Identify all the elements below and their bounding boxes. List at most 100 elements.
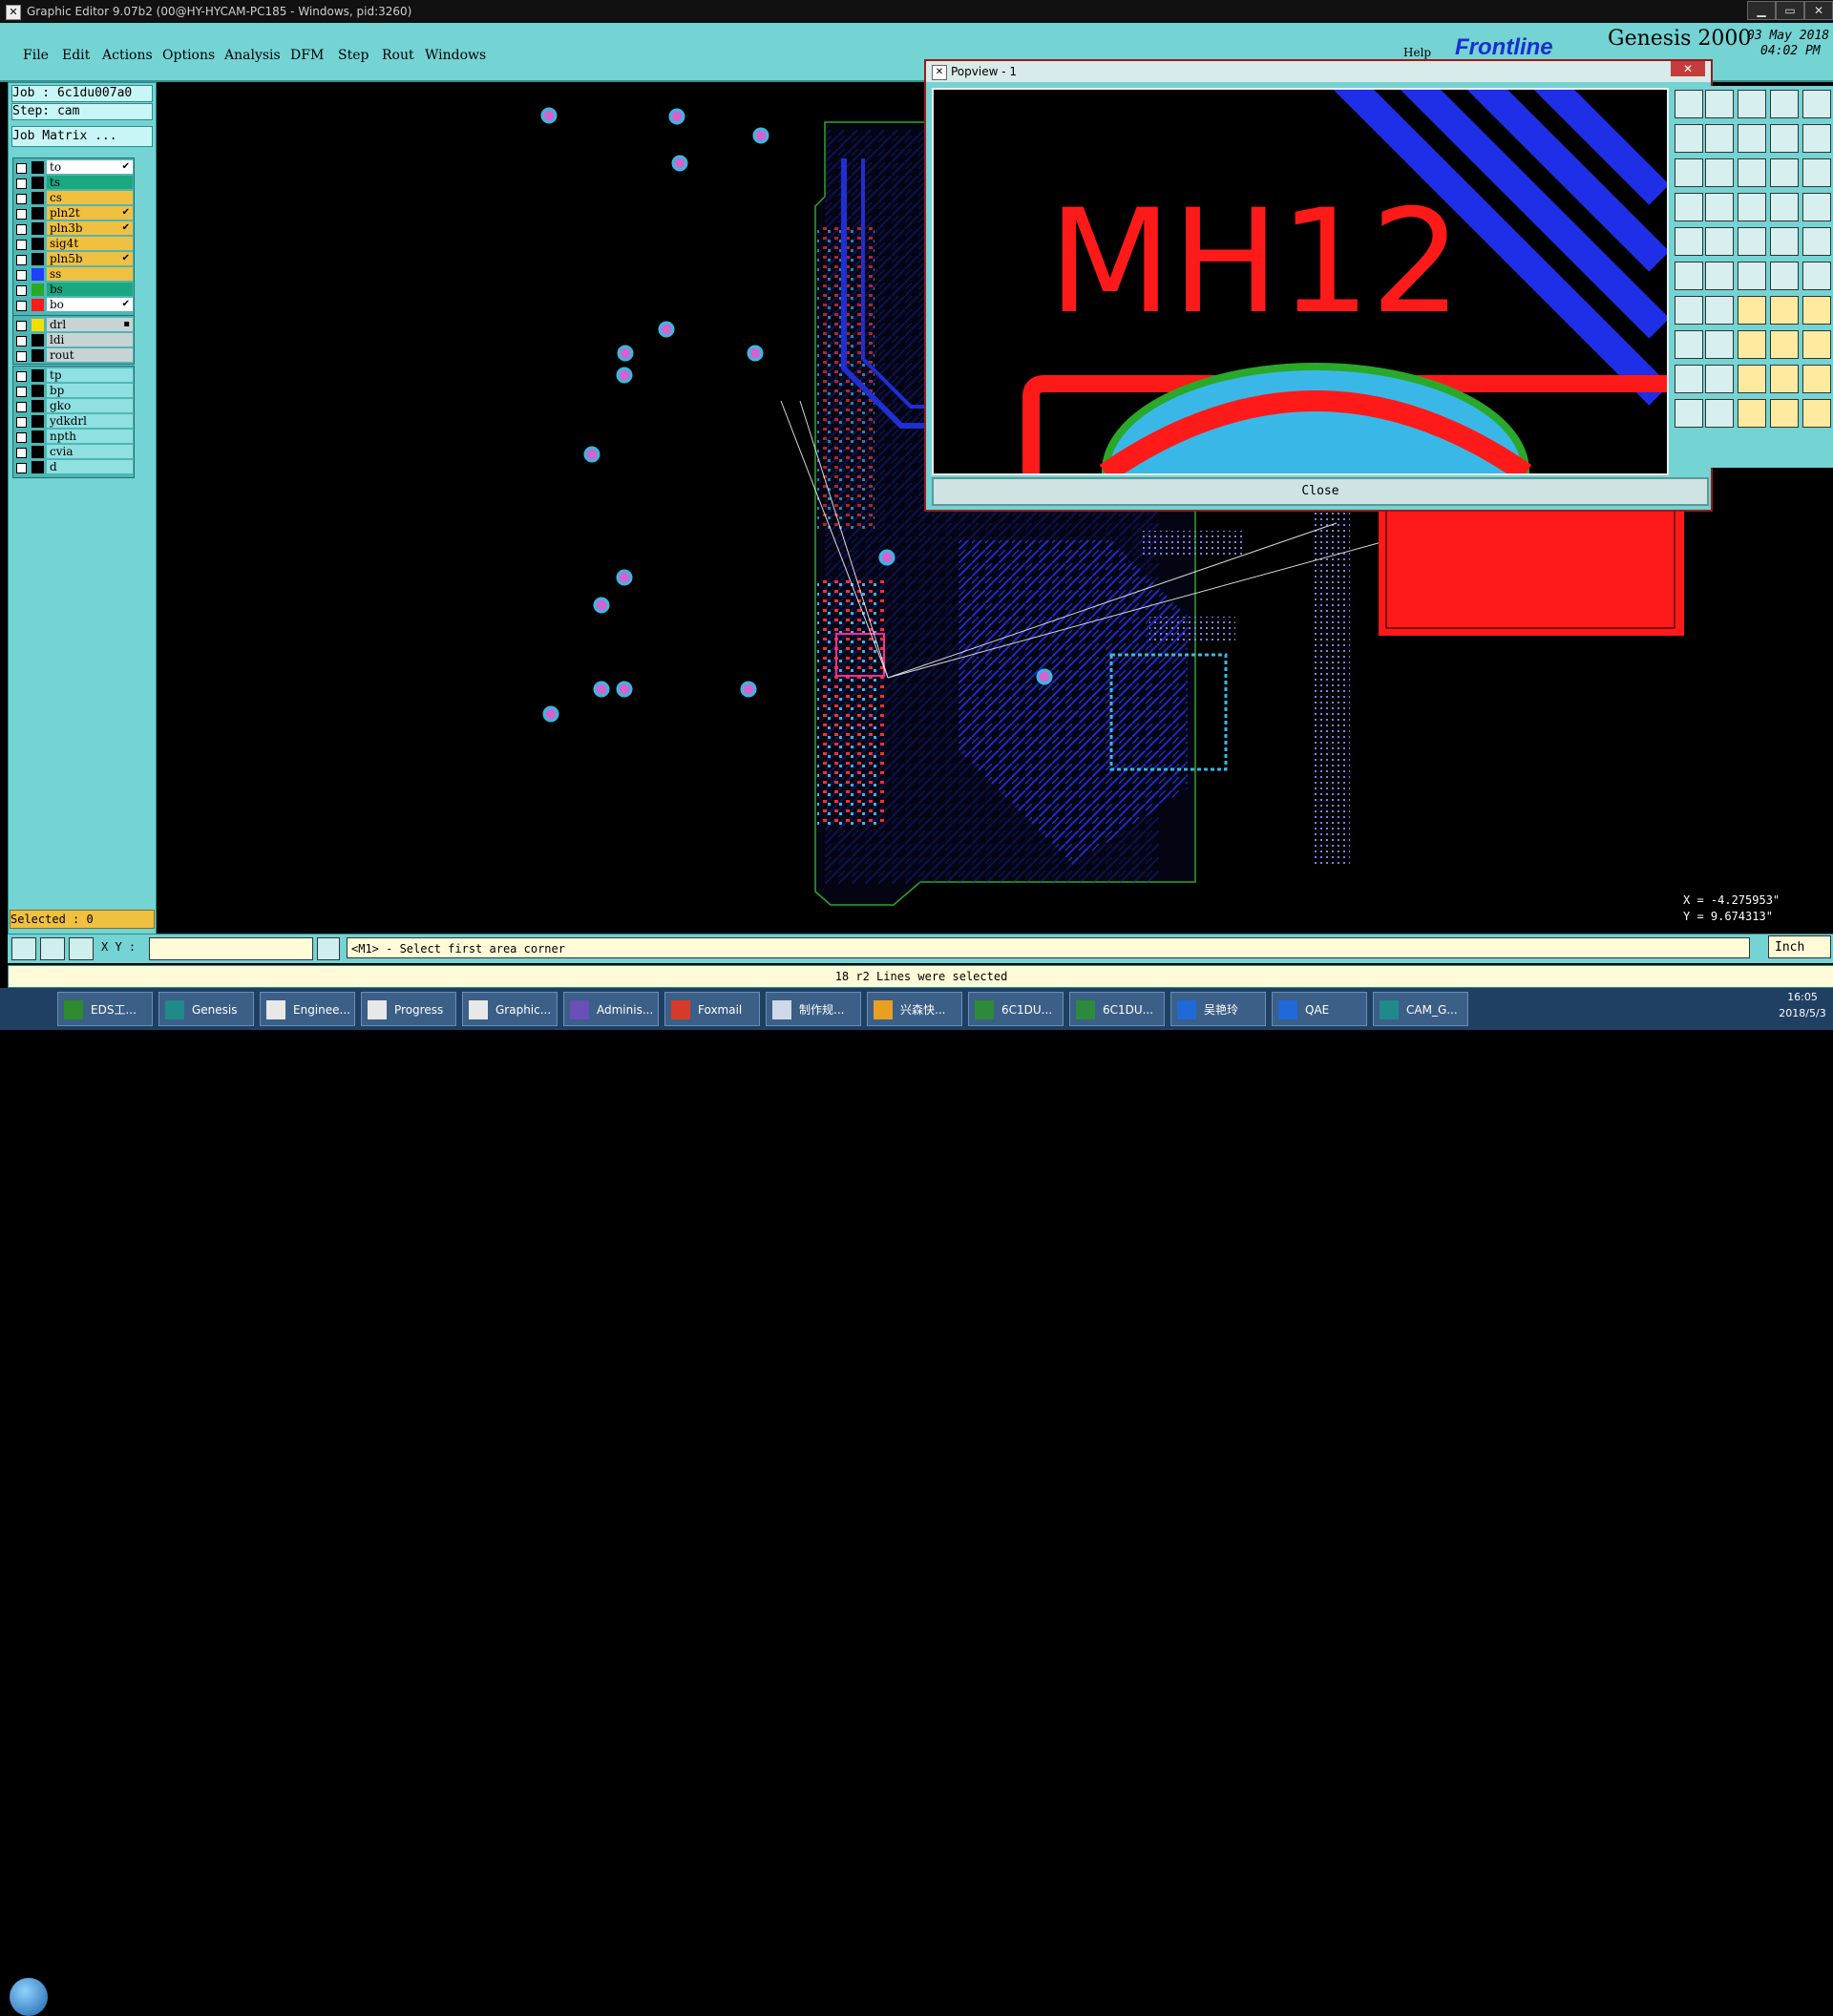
layer-row-bp[interactable]: bp	[13, 384, 134, 398]
tool-button-icon[interactable]	[1675, 296, 1703, 325]
popview-close-button[interactable]: Close	[932, 477, 1709, 506]
layer-color-swatch[interactable]	[32, 385, 44, 397]
layer-row-drl[interactable]: drl ▪	[13, 318, 134, 332]
layer-name[interactable]: rout	[47, 348, 133, 362]
layer-name[interactable]: cvia	[47, 445, 133, 458]
tool-button-icon[interactable]	[1738, 90, 1766, 118]
tool-button-icon[interactable]	[1675, 90, 1703, 118]
tool-button-icon[interactable]	[1705, 365, 1734, 393]
zoom-tool-icon[interactable]	[11, 937, 36, 960]
taskbar-item[interactable]: QAE	[1272, 992, 1367, 1026]
tool-button-icon[interactable]	[1675, 227, 1703, 256]
layer-row-tp[interactable]: tp	[13, 368, 134, 383]
layer-name[interactable]: bo ✔	[47, 298, 133, 311]
tool-button-icon[interactable]	[1802, 227, 1831, 256]
tool-button-icon[interactable]	[1738, 193, 1766, 221]
taskbar-item[interactable]: Progress	[361, 992, 456, 1026]
menu-analysis[interactable]: Analysis	[224, 48, 281, 63]
layer-checkbox[interactable]	[16, 163, 27, 174]
layer-checkbox[interactable]	[16, 178, 27, 189]
layer-name[interactable]: ss	[47, 267, 133, 281]
tool-button-icon[interactable]	[1802, 330, 1831, 359]
layer-row-sig4t[interactable]: sig4t	[13, 237, 134, 251]
layer-row-gko[interactable]: gko	[13, 399, 134, 413]
tool-button-icon[interactable]	[1770, 124, 1799, 153]
tool-button-icon[interactable]	[1675, 399, 1703, 428]
layer-color-swatch[interactable]	[32, 161, 44, 174]
layer-row-bs[interactable]: bs	[13, 283, 134, 297]
layer-row-bo[interactable]: bo ✔	[13, 298, 134, 312]
layer-checkbox[interactable]	[16, 387, 27, 397]
layer-color-swatch[interactable]	[32, 192, 44, 204]
layer-name[interactable]: ldi	[47, 333, 133, 346]
layer-name[interactable]: drl ▪	[47, 318, 133, 331]
menu-options[interactable]: Options	[162, 48, 215, 63]
tool-button-icon[interactable]	[1675, 158, 1703, 187]
tool-button-icon[interactable]	[1802, 158, 1831, 187]
layer-checkbox[interactable]	[16, 448, 27, 458]
tool-button-icon[interactable]	[1770, 193, 1799, 221]
tool-button-icon[interactable]	[1770, 158, 1799, 187]
xy-toggle-icon[interactable]	[317, 937, 340, 960]
popview-canvas[interactable]: MH12	[932, 88, 1669, 475]
tool-button-icon[interactable]	[1738, 124, 1766, 153]
tool-button-icon[interactable]	[1802, 124, 1831, 153]
job-matrix-button[interactable]: Job Matrix ...	[11, 126, 153, 147]
unit-selector[interactable]: Inch	[1768, 935, 1831, 958]
popview-close-icon[interactable]: ✕	[1671, 61, 1705, 76]
layer-color-swatch[interactable]	[32, 207, 44, 220]
system-clock[interactable]: 16:05 2018/5/3	[1772, 989, 1833, 1029]
layer-row-rout[interactable]: rout	[13, 348, 134, 363]
taskbar-item[interactable]: Foxmail	[664, 992, 760, 1026]
taskbar-item[interactable]: 制作规...	[766, 992, 861, 1026]
taskbar-item[interactable]: 兴森快...	[867, 992, 962, 1026]
tool-button-icon[interactable]	[1738, 365, 1766, 393]
taskbar-item[interactable]: 吴艳玲	[1170, 992, 1266, 1026]
tool-button-icon[interactable]	[1802, 90, 1831, 118]
tool-button-icon[interactable]	[1705, 227, 1734, 256]
layer-color-swatch[interactable]	[32, 430, 44, 443]
taskbar-item[interactable]: CAM_G...	[1373, 992, 1468, 1026]
taskbar-item[interactable]: Adminis...	[563, 992, 659, 1026]
menu-windows[interactable]: Windows	[425, 48, 486, 63]
layer-row-pln2t[interactable]: pln2t ✔	[13, 206, 134, 220]
close-button[interactable]: ✕	[1804, 1, 1833, 20]
layer-checkbox[interactable]	[16, 240, 27, 250]
layer-checkbox[interactable]	[16, 321, 27, 331]
tool-button-icon[interactable]	[1738, 262, 1766, 290]
maximize-button[interactable]: ▭	[1776, 1, 1804, 20]
layer-checkbox[interactable]	[16, 285, 27, 296]
layer-color-swatch[interactable]	[32, 268, 44, 281]
tool-button-icon[interactable]	[1705, 399, 1734, 428]
tool-button-icon[interactable]	[1738, 158, 1766, 187]
tool-button-icon[interactable]	[1770, 365, 1799, 393]
tool-button-icon[interactable]	[1705, 124, 1734, 153]
taskbar-item[interactable]: Enginee...	[260, 992, 355, 1026]
layer-row-cs[interactable]: cs	[13, 191, 134, 205]
layer-color-swatch[interactable]	[32, 446, 44, 458]
menu-dfm[interactable]: DFM	[290, 48, 324, 63]
layer-row-ss[interactable]: ss	[13, 267, 134, 282]
taskbar-item[interactable]: 6C1DU...	[968, 992, 1064, 1026]
layer-name[interactable]: pln3b ✔	[47, 221, 133, 235]
tool-button-icon[interactable]	[1770, 90, 1799, 118]
tool-button-icon[interactable]	[1705, 158, 1734, 187]
tool-button-icon[interactable]	[1802, 365, 1831, 393]
taskbar-item[interactable]: Graphic...	[462, 992, 558, 1026]
layer-row-d[interactable]: d	[13, 460, 134, 474]
tool-button-icon[interactable]	[1802, 296, 1831, 325]
layer-checkbox[interactable]	[16, 209, 27, 220]
layer-row-pln5b[interactable]: pln5b ✔	[13, 252, 134, 266]
layer-name[interactable]: gko	[47, 399, 133, 412]
layer-color-swatch[interactable]	[32, 284, 44, 296]
layer-color-swatch[interactable]	[32, 299, 44, 311]
layer-row-ydkdrl[interactable]: ydkdrl	[13, 414, 134, 429]
menu-edit[interactable]: Edit	[62, 48, 90, 63]
layer-color-swatch[interactable]	[32, 253, 44, 265]
tool-button-icon[interactable]	[1738, 399, 1766, 428]
layer-color-swatch[interactable]	[32, 349, 44, 362]
layer-row-ts[interactable]: ts	[13, 176, 134, 190]
layer-color-swatch[interactable]	[32, 461, 44, 473]
measure-tool-icon[interactable]	[40, 937, 65, 960]
layer-row-to[interactable]: to ✔	[13, 160, 134, 175]
